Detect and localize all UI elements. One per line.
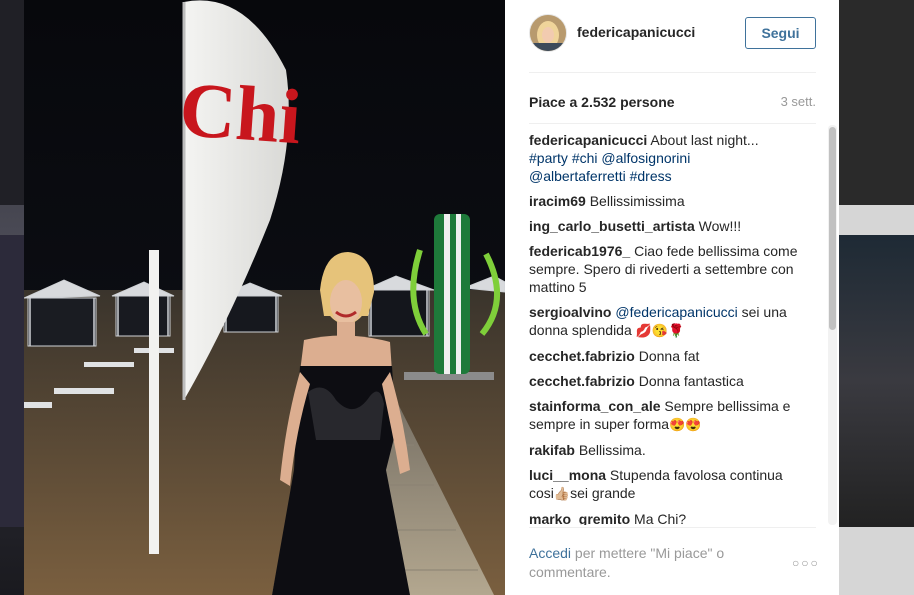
comment-text: Bellissima. bbox=[578, 442, 646, 458]
comment-text: Donna fantastica bbox=[638, 373, 744, 389]
more-options-icon[interactable]: ○○○ bbox=[792, 556, 820, 570]
post-photo[interactable]: Chi bbox=[24, 0, 505, 595]
post-username[interactable]: federicapanicucci bbox=[577, 24, 695, 40]
hashtag-link[interactable]: #dress bbox=[630, 168, 672, 184]
caption: federicapanicucci About last night... #p… bbox=[529, 131, 809, 185]
emoji: 👍🏼 bbox=[553, 486, 571, 501]
backdrop-gap bbox=[839, 527, 914, 595]
comment-item: federicab1976_ Ciao fede bellissima come… bbox=[529, 242, 809, 296]
post-timestamp[interactable]: 3 sett. bbox=[781, 94, 816, 109]
avatar-image bbox=[530, 15, 566, 51]
comment-item: iracim69 Bellissimissima bbox=[529, 192, 809, 210]
comment-text: sei grande bbox=[570, 485, 636, 501]
backdrop-thumb bbox=[839, 0, 914, 205]
follow-button[interactable]: Segui bbox=[745, 17, 816, 49]
divider bbox=[529, 527, 816, 528]
comment-item: cecchet.fabrizio Donna fantastica bbox=[529, 372, 809, 390]
mention-link[interactable]: @alfosignorini bbox=[601, 150, 690, 166]
comment-item: ing_carlo_busetti_artista Wow!!! bbox=[529, 217, 809, 235]
comment-item: marko_gremito Ma Chi? bbox=[529, 510, 809, 525]
comment-text: Ma Chi? bbox=[634, 511, 687, 525]
comment-username[interactable]: marko_gremito bbox=[529, 511, 630, 525]
comment-username[interactable]: federicapanicucci bbox=[529, 132, 647, 148]
comment-item: sergioalvino @federicapanicucci sei una … bbox=[529, 303, 809, 340]
backdrop-gap bbox=[839, 205, 914, 235]
comment-item: luci__mona Stupenda favolosa continua co… bbox=[529, 466, 809, 503]
comment-item: cecchet.fabrizio Donna fat bbox=[529, 347, 809, 365]
divider bbox=[529, 72, 816, 73]
backdrop-thumb bbox=[0, 235, 24, 527]
emoji: 💋😘🌹 bbox=[635, 323, 685, 338]
comment-username[interactable]: iracim69 bbox=[529, 193, 586, 209]
backdrop-thumb bbox=[839, 235, 914, 527]
photo-illustration: Chi bbox=[24, 0, 505, 595]
comment-username[interactable]: cecchet.fabrizio bbox=[529, 348, 635, 364]
comment-username[interactable]: rakifab bbox=[529, 442, 575, 458]
comment-username[interactable]: sergioalvino bbox=[529, 304, 611, 320]
hashtag-link[interactable]: #chi bbox=[572, 150, 598, 166]
comment-username[interactable]: cecchet.fabrizio bbox=[529, 373, 635, 389]
backdrop-left bbox=[0, 0, 24, 595]
scrollbar-thumb[interactable] bbox=[829, 127, 836, 330]
mention-link[interactable]: @albertaferretti bbox=[529, 168, 626, 184]
post-sidebar: federicapanicucci Segui Piace a 2.532 pe… bbox=[505, 0, 839, 595]
comment-username[interactable]: federicab1976_ bbox=[529, 243, 630, 259]
post-header: federicapanicucci Segui bbox=[505, 0, 839, 72]
comment-text: Wow!!! bbox=[698, 218, 742, 234]
svg-text:Chi: Chi bbox=[177, 65, 304, 160]
emoji: 😍😍 bbox=[669, 417, 702, 432]
backdrop-right bbox=[839, 0, 914, 595]
divider bbox=[529, 123, 816, 124]
comment-item: rakifab Bellissima. bbox=[529, 441, 809, 459]
hashtag-link[interactable]: #party bbox=[529, 150, 568, 166]
login-link[interactable]: Accedi bbox=[529, 545, 571, 561]
likes-count[interactable]: Piace a 2.532 persone bbox=[529, 94, 675, 110]
comment-text: Donna fat bbox=[638, 348, 700, 364]
comments-scrollbar[interactable] bbox=[828, 125, 837, 525]
comment-item: stainforma_con_ale Sempre bellissima e s… bbox=[529, 397, 809, 434]
mention-link[interactable]: @federicapanicucci bbox=[615, 304, 737, 320]
avatar[interactable] bbox=[529, 14, 567, 52]
comment-username[interactable]: luci__mona bbox=[529, 467, 606, 483]
comments-list[interactable]: federicapanicucci About last night... #p… bbox=[529, 131, 809, 525]
comment-username[interactable]: ing_carlo_busetti_artista bbox=[529, 218, 695, 234]
backdrop-thumb bbox=[0, 0, 24, 205]
comment-username[interactable]: stainforma_con_ale bbox=[529, 398, 661, 414]
login-prompt: Accedi per mettere "Mi piace" o commenta… bbox=[529, 544, 759, 582]
comment-text: Bellissimissima bbox=[589, 193, 685, 209]
caption-text: About last night... bbox=[650, 132, 759, 148]
